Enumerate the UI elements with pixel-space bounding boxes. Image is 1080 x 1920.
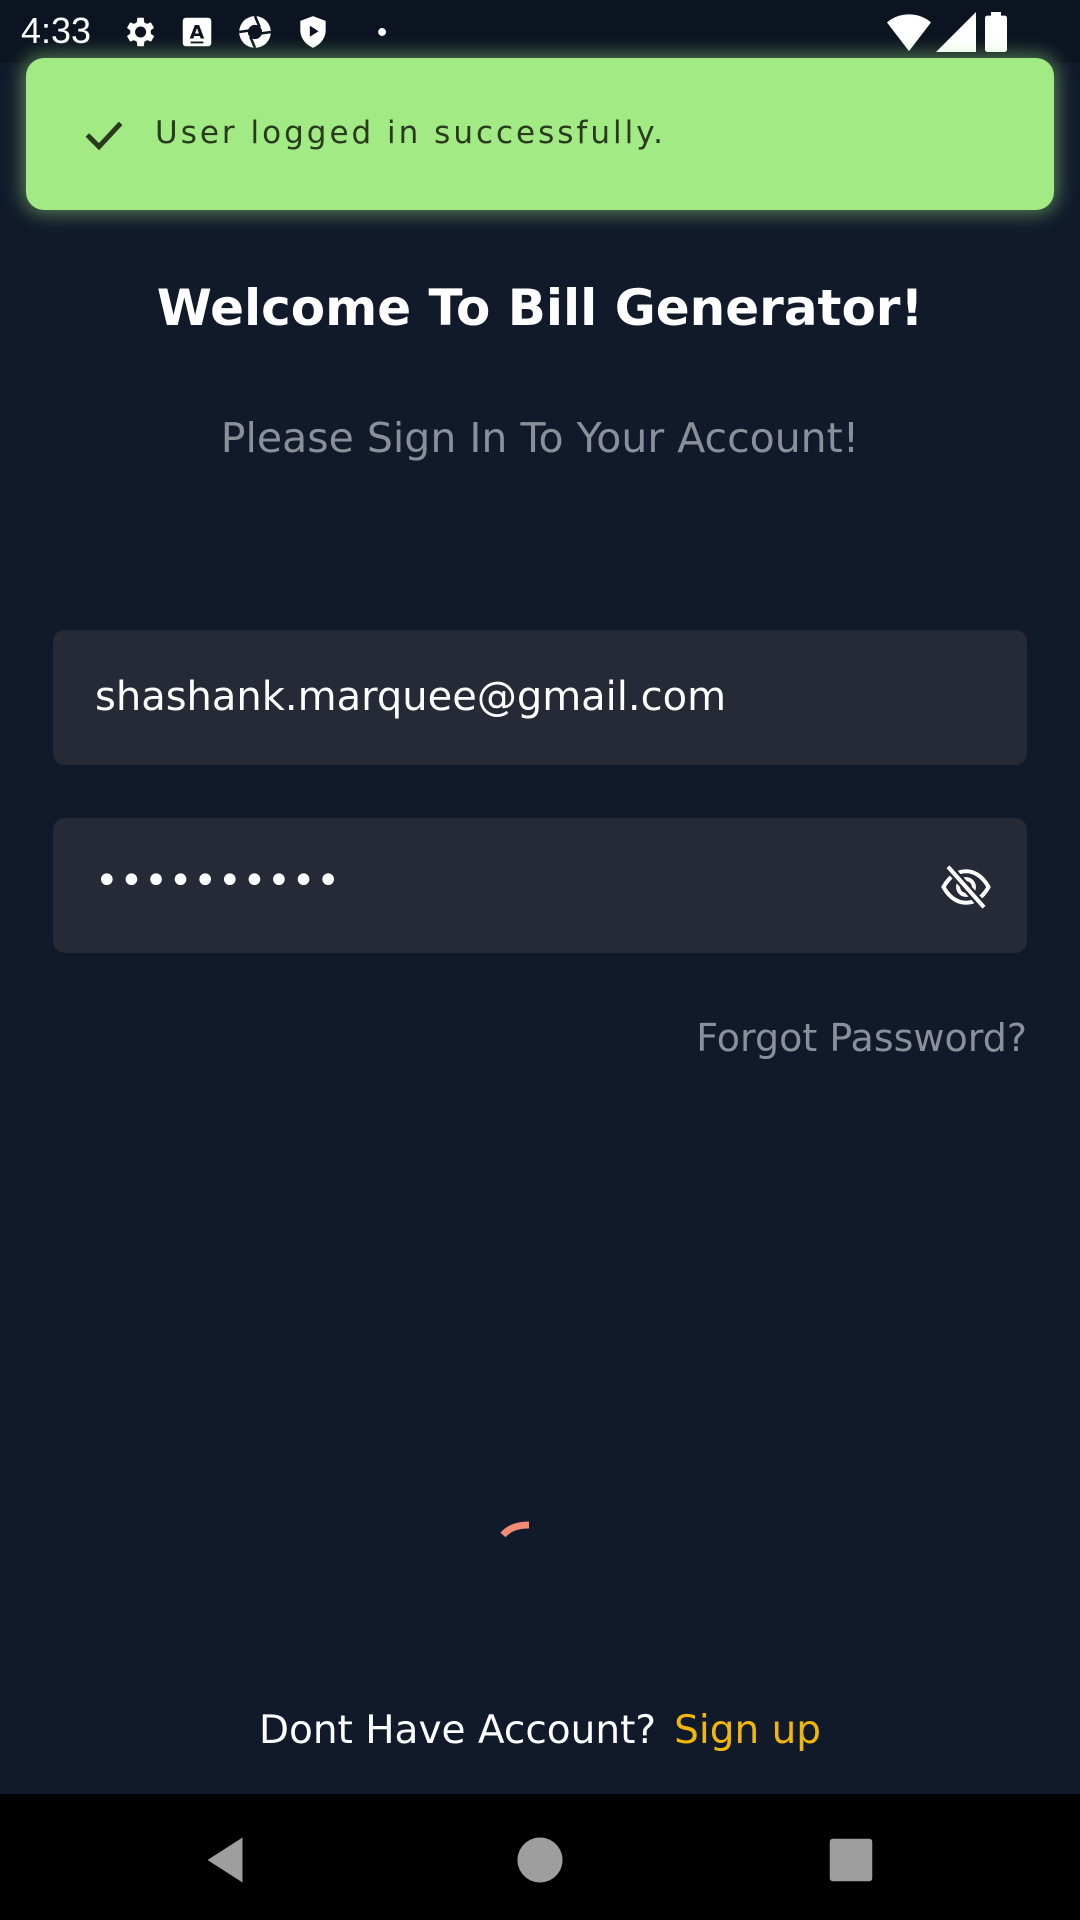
battery-icon (985, 12, 1007, 52)
font-a-icon: A (182, 17, 212, 47)
eye-off-icon[interactable] (939, 860, 993, 914)
signup-row: Dont Have Account? Sign up (0, 1702, 1080, 1760)
gear-icon (126, 17, 155, 47)
home-icon[interactable] (510, 1830, 570, 1890)
recents-icon[interactable] (821, 1830, 881, 1890)
password-value: •••••••••• (95, 858, 341, 904)
signup-prompt: Dont Have Account? (258, 1708, 657, 1753)
page-title: Welcome To Bill Generator! (156, 279, 924, 337)
cellular-signal-icon (936, 12, 976, 52)
email-value: shashank.marquee@gmail.com (95, 674, 727, 720)
status-bar: 4:33 A (0, 0, 1080, 63)
password-field[interactable]: •••••••••• (53, 818, 1027, 953)
page-subtitle: Please Sign In To Your Account! (220, 414, 860, 462)
svg-text:A: A (190, 21, 205, 43)
status-time: 4:33 (21, 10, 92, 51)
forgot-password-link[interactable]: Forgot Password? (696, 1010, 1027, 1066)
email-field[interactable]: shashank.marquee@gmail.com (53, 630, 1027, 765)
signup-link[interactable]: Sign up (674, 1708, 821, 1753)
loading-spinner (500, 1521, 530, 1538)
back-icon[interactable] (195, 1830, 255, 1890)
wifi-icon (886, 14, 932, 52)
navigation-bar (0, 1794, 1080, 1920)
play-shield-icon (300, 16, 326, 48)
check-icon (85, 121, 123, 151)
dot-icon (378, 28, 387, 36)
camera-shutter-icon (238, 15, 272, 49)
snackbar-message: User logged in successfully. (155, 115, 666, 151)
login-screen: 4:33 A User logged in successfully. Welc… (0, 0, 1080, 1920)
